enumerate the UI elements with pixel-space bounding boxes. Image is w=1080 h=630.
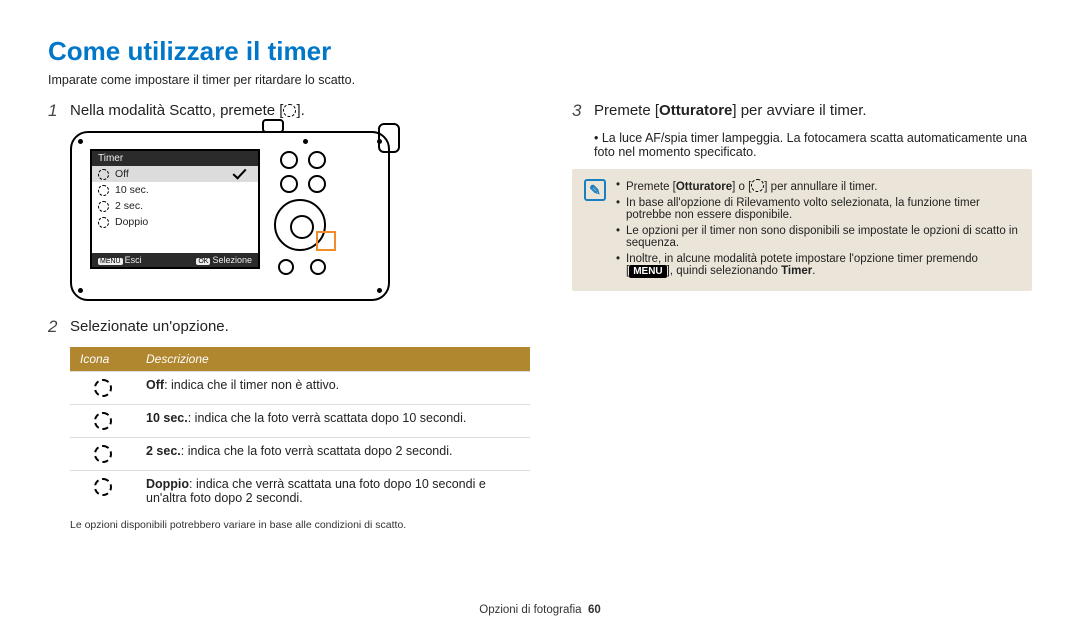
step-number: 2 xyxy=(48,317,62,337)
timer-icon xyxy=(751,179,764,192)
info-item: Le opzioni per il timer non sono disponi… xyxy=(616,225,1020,249)
info-item: In base all'opzione di Rilevamento volto… xyxy=(616,197,1020,221)
timer-double-icon xyxy=(94,478,112,496)
timer-2s-icon xyxy=(94,445,112,463)
camera-illustration: Timer Off 10 sec. 2 sec. Doppio MENUEsci… xyxy=(70,131,390,301)
lcd-header: Timer xyxy=(92,151,258,166)
highlight-box xyxy=(316,231,336,251)
info-item: Inoltre, in alcune modalità potete impos… xyxy=(616,253,1020,277)
step-text: Premete [Otturatore] per avviare il time… xyxy=(594,101,867,119)
lcd-row-double: Doppio xyxy=(92,214,258,230)
timer-10s-icon xyxy=(94,412,112,430)
table-row: Doppio: indica che verrà scattata una fo… xyxy=(70,471,530,512)
lcd-row-2s: 2 sec. xyxy=(92,198,258,214)
lcd-screen: Timer Off 10 sec. 2 sec. Doppio MENUEsci… xyxy=(90,149,260,269)
step-text: Nella modalità Scatto, premete []. xyxy=(70,101,305,119)
step-number: 1 xyxy=(48,101,62,121)
timer-double-icon xyxy=(98,217,109,228)
lcd-row-10s: 10 sec. xyxy=(92,182,258,198)
table-row: 2 sec.: indica che la foto verrà scattat… xyxy=(70,438,530,471)
step-number: 3 xyxy=(572,101,586,121)
left-column: 1 Nella modalità Scatto, premete []. Tim… xyxy=(48,101,528,531)
step-1: 1 Nella modalità Scatto, premete []. xyxy=(48,101,528,121)
timer-icon xyxy=(283,104,296,117)
info-item: Premete [Otturatore] o [] per annullare … xyxy=(616,179,1020,193)
th-desc: Descrizione xyxy=(136,347,530,372)
right-column: 3 Premete [Otturatore] per avviare il ti… xyxy=(572,101,1032,531)
page-subtitle: Imparate come impostare il timer per rit… xyxy=(48,73,1032,87)
info-box: ✎ Premete [Otturatore] o [] per annullar… xyxy=(572,169,1032,291)
fine-print: Le opzioni disponibili potrebbero variar… xyxy=(70,519,528,531)
lcd-row-off: Off xyxy=(92,166,258,182)
timer-off-icon xyxy=(98,169,109,180)
lcd-footer: MENUEsci OKSelezione xyxy=(92,253,258,267)
th-icon: Icona xyxy=(70,347,136,372)
table-row: 10 sec.: indica che la foto verrà scatta… xyxy=(70,405,530,438)
step-3: 3 Premete [Otturatore] per avviare il ti… xyxy=(572,101,1032,121)
step-2: 2 Selezionate un'opzione. xyxy=(48,317,528,337)
menu-badge: MENU xyxy=(629,265,666,278)
camera-buttons xyxy=(274,151,374,281)
timer-10s-icon xyxy=(98,185,109,196)
timer-off-icon xyxy=(94,379,112,397)
options-table: Icona Descrizione Off: indica che il tim… xyxy=(70,347,530,511)
step-text: Selezionate un'opzione. xyxy=(70,317,229,335)
table-row: Off: indica che il timer non è attivo. xyxy=(70,372,530,405)
page-footer: Opzioni di fotografia 60 xyxy=(0,604,1080,616)
timer-2s-icon xyxy=(98,201,109,212)
step-3-detail: • La luce AF/spia timer lampeggia. La fo… xyxy=(594,131,1032,159)
page-title: Come utilizzare il timer xyxy=(48,36,1032,67)
info-icon: ✎ xyxy=(584,179,606,201)
